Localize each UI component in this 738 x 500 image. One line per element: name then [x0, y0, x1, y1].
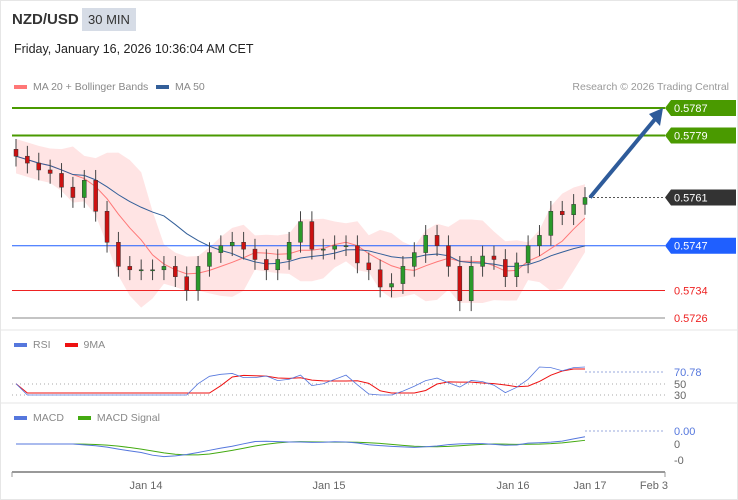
candle-body: [127, 266, 133, 271]
level-label-0.5726: 0.5726: [674, 313, 708, 325]
candle-body: [173, 266, 178, 277]
rsi-level-label: 30: [674, 390, 686, 402]
candle-body: [343, 245, 349, 247]
candle-body: [82, 180, 87, 198]
candle-body: [195, 266, 201, 291]
candle-body: [366, 262, 372, 271]
candle-body: [400, 266, 406, 284]
macd-level-label: -0: [674, 455, 684, 467]
candle-body: [571, 204, 576, 215]
candle-body: [116, 242, 121, 267]
candle-body: [104, 211, 110, 243]
candle-body: [559, 211, 565, 215]
candle-body: [355, 245, 360, 264]
candle-body: [446, 245, 451, 267]
candle-body: [309, 221, 315, 250]
level-label-0.5734: 0.5734: [674, 285, 708, 297]
x-tick-label: Jan 16: [496, 480, 529, 492]
candle-body: [59, 173, 64, 188]
candle-body: [25, 155, 30, 164]
candle-body: [548, 211, 554, 236]
candle-body: [412, 252, 417, 267]
candle-body: [537, 235, 542, 246]
candle-body: [298, 221, 303, 243]
candle-body: [491, 255, 497, 260]
candle-body: [457, 266, 463, 302]
candle-body: [264, 259, 269, 271]
candle-body: [582, 197, 588, 205]
macd-line: [16, 436, 586, 458]
x-tick-label: Jan 17: [573, 480, 606, 492]
candle-body: [434, 235, 440, 246]
candle-body: [138, 269, 144, 272]
level-label-0.5779: 0.5779: [674, 131, 708, 143]
candle-body: [321, 248, 326, 251]
x-tick-label: Jan 14: [129, 480, 162, 492]
level-label-0.5747: 0.5747: [674, 241, 708, 253]
candle-body: [36, 162, 42, 171]
candle-body: [13, 149, 19, 157]
candle-body: [47, 169, 53, 174]
rsi-line: [15, 366, 586, 396]
candle-body: [468, 266, 474, 302]
candle-body: [93, 180, 98, 212]
chart-widget: NZD/USD 30 MIN Friday, January 16, 2026 …: [0, 0, 738, 500]
candle-body: [184, 276, 189, 291]
x-tick-label: Jan 15: [312, 480, 345, 492]
chart-canvas: 0.57870.57790.57610.57470.57340.57265030…: [1, 100, 737, 492]
macd-value-label: 0.00: [674, 426, 695, 438]
candle-body: [207, 252, 212, 267]
candle-body: [229, 242, 235, 246]
level-label-0.5761: 0.5761: [674, 193, 708, 205]
candle-body: [286, 242, 292, 260]
candle-body: [480, 255, 485, 267]
candle-body: [150, 269, 155, 272]
candle-body: [332, 245, 337, 250]
candle-body: [514, 262, 519, 277]
forecast-arrow: [588, 116, 658, 199]
candle-body: [503, 259, 508, 277]
candle-body: [161, 266, 167, 271]
macd-signal-line: [16, 439, 586, 456]
candle-body: [218, 245, 224, 253]
rsi-ma-line: [15, 368, 585, 394]
candle-body: [275, 259, 280, 271]
candle-body: [389, 283, 394, 288]
candle-body: [70, 186, 76, 198]
x-tick-label: Feb 3: [640, 480, 668, 492]
candle-body: [377, 269, 383, 288]
macd-level-label: 0: [674, 439, 680, 451]
candle-body: [252, 248, 258, 260]
level-label-0.5787: 0.5787: [674, 103, 708, 115]
candle-body: [423, 235, 428, 253]
candle-body: [525, 245, 531, 264]
rsi-value-label: 70.78: [674, 367, 702, 379]
candle-body: [241, 242, 246, 250]
